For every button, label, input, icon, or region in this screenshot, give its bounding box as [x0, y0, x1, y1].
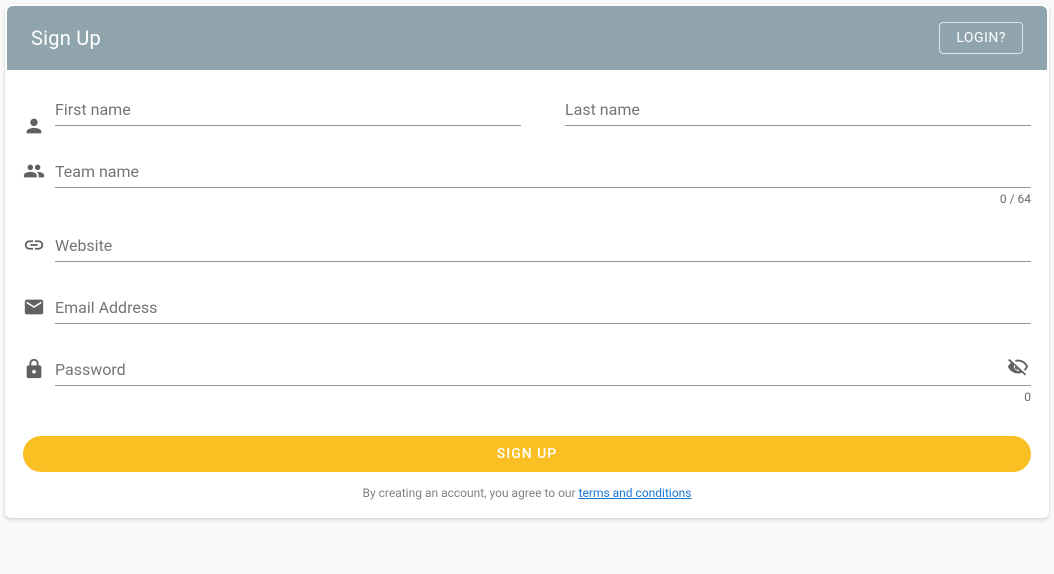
page-title: Sign Up: [31, 26, 101, 50]
password-row: 0: [23, 352, 1031, 386]
signup-button[interactable]: SIGN UP: [23, 436, 1031, 472]
visibility-off-icon[interactable]: [1007, 356, 1029, 382]
people-icon: [23, 154, 55, 182]
terms-text: By creating an account, you agree to our…: [23, 486, 1031, 500]
website-input[interactable]: [55, 228, 1031, 262]
form-content: 0 / 64: [5, 72, 1049, 518]
name-row: [23, 92, 1031, 154]
team-name-input[interactable]: [55, 154, 1031, 188]
link-icon: [23, 228, 55, 256]
email-row: [23, 290, 1031, 324]
signup-card: Sign Up LOGIN?: [5, 4, 1049, 518]
login-button[interactable]: LOGIN?: [939, 22, 1023, 54]
email-icon: [23, 290, 55, 318]
team-name-row: 0 / 64: [23, 154, 1031, 188]
person-icon: [23, 92, 55, 154]
website-row: [23, 228, 1031, 262]
email-input[interactable]: [55, 290, 1031, 324]
lock-icon: [23, 352, 55, 380]
team-name-counter: 0 / 64: [1000, 192, 1031, 206]
password-input[interactable]: [55, 352, 1031, 386]
header-toolbar: Sign Up LOGIN?: [7, 6, 1047, 70]
last-name-input[interactable]: [565, 92, 1031, 126]
terms-prefix: By creating an account, you agree to our: [363, 486, 579, 500]
terms-link[interactable]: terms and conditions: [579, 486, 692, 500]
first-name-input[interactable]: [55, 92, 521, 126]
password-counter: 0: [1024, 390, 1031, 404]
